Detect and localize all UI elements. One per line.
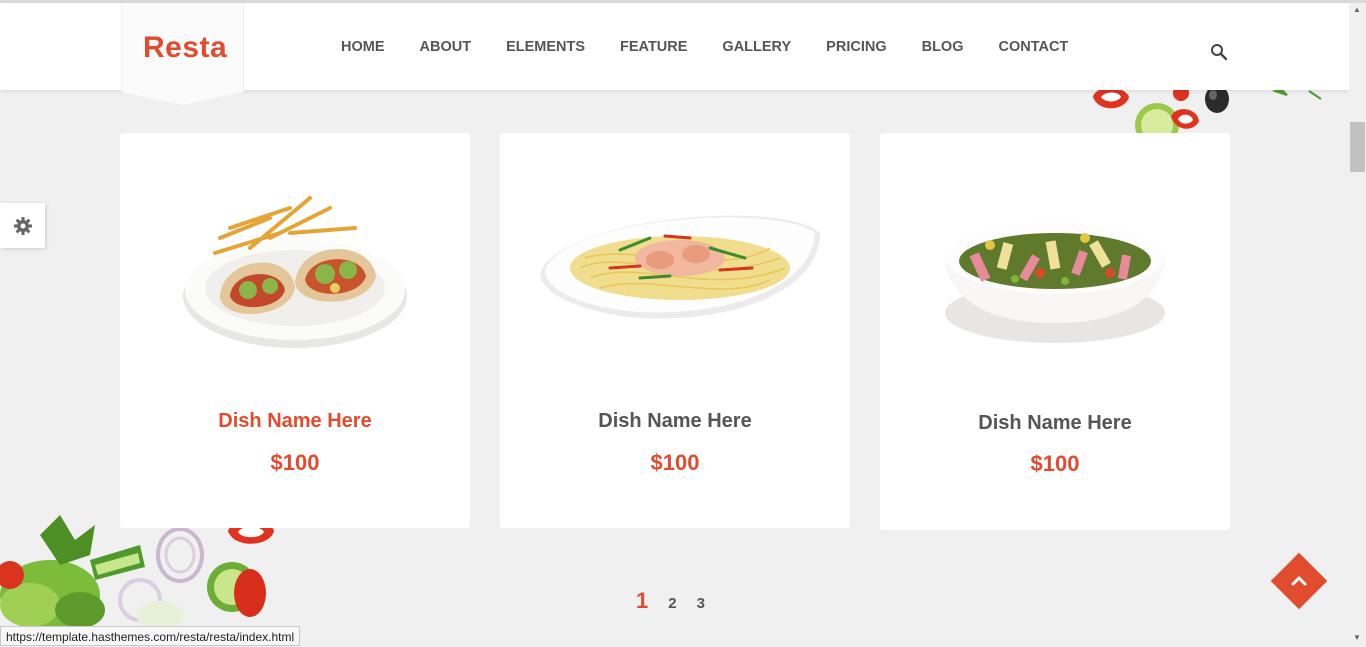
pagination: 1 2 3 (636, 588, 725, 614)
dish-price: $100 (650, 450, 700, 475)
dish-name[interactable]: Dish Name Here (880, 412, 1230, 435)
nav-home[interactable]: HOME (341, 39, 385, 55)
dish-image-wrap (540, 215, 820, 319)
logo[interactable]: Resta (143, 31, 227, 65)
dish-price: $100 (270, 450, 320, 475)
nav-about[interactable]: ABOUT (420, 39, 472, 55)
dish-name[interactable]: Dish Name Here (120, 410, 470, 433)
nav-contact[interactable]: CONTACT (998, 39, 1068, 55)
page-3-link[interactable]: 3 (697, 595, 705, 612)
dish-image-wrap (945, 222, 1165, 343)
vegetable-decoration-top (1093, 85, 1322, 135)
page-2-link[interactable]: 2 (668, 595, 676, 612)
dish-card[interactable]: Dish Name Here $100 (880, 133, 1230, 530)
nav-feature[interactable]: FEATURE (620, 39, 687, 55)
page-1-link[interactable]: 1 (636, 588, 648, 614)
scroll-up-arrow-icon[interactable]: ▲ (1353, 5, 1361, 14)
browser-status-url: https://template.hasthemes.com/resta/res… (0, 626, 301, 646)
dish-card[interactable]: Dish Name Here $100 (500, 133, 850, 528)
scroll-down-arrow-icon[interactable]: ▼ (1353, 633, 1361, 642)
scrollbar-thumb[interactable] (1350, 122, 1365, 172)
dish-card[interactable]: Dish Name Here $100 (120, 133, 470, 528)
gear-icon (13, 216, 32, 235)
dish-price: $100 (1030, 451, 1080, 476)
nav-elements[interactable]: ELEMENTS (506, 39, 585, 55)
back-to-top-button[interactable] (1270, 552, 1328, 610)
settings-toggle[interactable] (0, 203, 45, 248)
nav-pricing[interactable]: PRICING (826, 39, 886, 55)
site-header: Resta HOME ABOUT ELEMENTS FEATURE GALLER… (0, 3, 1349, 105)
dish-name[interactable]: Dish Name Here (500, 410, 850, 433)
dish-image-wrap (183, 196, 407, 348)
search-icon[interactable] (1210, 43, 1228, 61)
nav-blog[interactable]: BLOG (922, 39, 964, 55)
nav-gallery[interactable]: GALLERY (722, 39, 791, 55)
main-nav: HOME ABOUT ELEMENTS FEATURE GALLERY PRIC… (341, 39, 1103, 55)
chevron-up-icon (1291, 576, 1307, 586)
page-scrollbar[interactable]: ▲ ▼ (1349, 3, 1366, 647)
